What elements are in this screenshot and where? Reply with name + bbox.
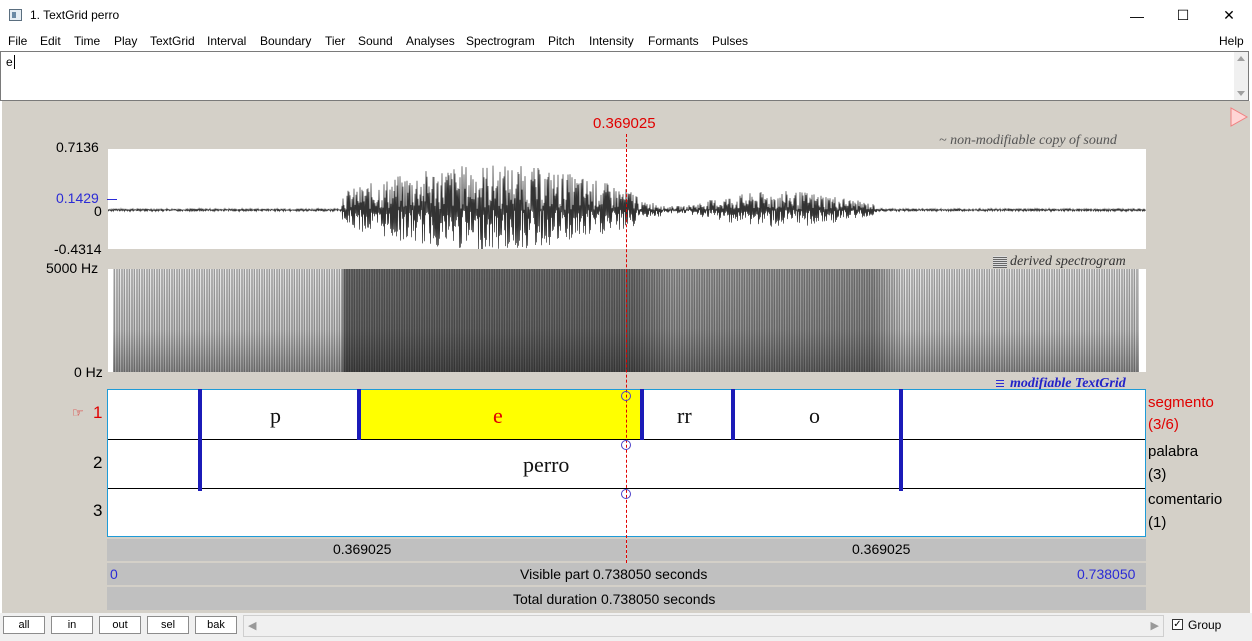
group-checkbox[interactable]: ✓ bbox=[1172, 619, 1183, 630]
tier-count: (3) bbox=[1148, 466, 1167, 483]
menu-time[interactable]: Time bbox=[74, 34, 100, 48]
boundary[interactable] bbox=[731, 389, 735, 440]
time-bar-left[interactable]: 0.369025 bbox=[107, 539, 626, 561]
zoom-sel-button[interactable]: sel bbox=[147, 616, 189, 634]
interval-rr[interactable]: rr bbox=[641, 390, 733, 439]
menu-edit[interactable]: Edit bbox=[40, 34, 61, 48]
visible-part-label: Visible part 0.738050 seconds bbox=[520, 566, 708, 582]
text-field-scrollbar[interactable] bbox=[1234, 52, 1248, 100]
spectrogram-y-min: 0 Hz bbox=[74, 364, 103, 380]
cursor-tier-markers bbox=[621, 391, 631, 499]
close-button[interactable]: ✕ bbox=[1206, 0, 1252, 31]
spectrogram-panel[interactable] bbox=[108, 269, 1146, 372]
maximize-button[interactable]: ☐ bbox=[1160, 0, 1206, 31]
menu-boundary[interactable]: Boundary bbox=[260, 34, 311, 48]
total-duration-label: Total duration 0.738050 seconds bbox=[513, 591, 716, 607]
text-caret bbox=[14, 55, 15, 69]
interval-text: p bbox=[270, 403, 281, 428]
boundary[interactable] bbox=[198, 440, 202, 491]
interval-p[interactable] bbox=[108, 390, 200, 439]
time-bar-right[interactable]: 0.369025 bbox=[627, 539, 1146, 561]
boundary[interactable] bbox=[640, 389, 644, 440]
tier-number[interactable]: 2 bbox=[93, 453, 102, 473]
interval-text: o bbox=[809, 403, 820, 428]
menu-sound[interactable]: Sound bbox=[358, 34, 393, 48]
title-bar: 1. TextGrid perro — ☐ ✕ bbox=[0, 0, 1252, 31]
spectrogram-icon bbox=[993, 256, 1007, 268]
waveform-y-cursor-tick bbox=[107, 199, 117, 200]
scroll-right-icon[interactable]: ▶ bbox=[1151, 619, 1159, 632]
menu-intensity[interactable]: Intensity bbox=[589, 34, 634, 48]
close-icon: ✕ bbox=[1223, 7, 1235, 23]
menu-analyses[interactable]: Analyses bbox=[406, 34, 455, 48]
total-duration-bar[interactable]: Total duration 0.738050 seconds bbox=[107, 587, 1146, 610]
spectrogram-caption: derived spectrogram bbox=[1010, 254, 1126, 269]
interval-text: perro bbox=[523, 452, 570, 477]
menu-textgrid[interactable]: TextGrid bbox=[150, 34, 195, 48]
visible-part-bar[interactable]: 0 Visible part 0.738050 seconds 0.738050 bbox=[107, 563, 1146, 585]
interval-text: e bbox=[493, 403, 503, 428]
menu-pulses[interactable]: Pulses bbox=[712, 34, 748, 48]
boundary[interactable] bbox=[357, 389, 361, 440]
tier-count: (1) bbox=[1148, 514, 1167, 531]
tier-cursor-marker bbox=[621, 489, 631, 499]
tier-cursor-marker bbox=[621, 440, 631, 450]
waveform-y-max: 0.7136 bbox=[56, 139, 99, 155]
scroll-left-icon[interactable]: ◀ bbox=[248, 619, 256, 632]
visible-end: 0.738050 bbox=[1077, 566, 1136, 582]
tier-name: segmento bbox=[1148, 394, 1214, 411]
waveform-y-zero: 0 bbox=[94, 203, 102, 219]
zoom-out-button[interactable]: out bbox=[99, 616, 141, 634]
waveform-y-min: -0.4314 bbox=[54, 241, 102, 257]
interval-text-field[interactable]: e bbox=[0, 51, 1249, 101]
zoom-all-button[interactable]: all bbox=[3, 616, 45, 634]
interval-text: rr bbox=[677, 403, 692, 428]
pointing-hand-icon: ☞ bbox=[72, 405, 84, 420]
tier-number[interactable]: 3 bbox=[93, 501, 102, 521]
window-title: 1. TextGrid perro bbox=[30, 8, 120, 22]
tier-number[interactable]: 1 bbox=[93, 403, 102, 423]
menu-help[interactable]: Help bbox=[1219, 34, 1244, 48]
horizontal-scrollbar[interactable]: ◀ ▶ bbox=[243, 615, 1164, 637]
menu-play[interactable]: Play bbox=[114, 34, 137, 48]
menu-spectrogram[interactable]: Spectrogram bbox=[466, 34, 535, 48]
visible-start: 0 bbox=[110, 566, 118, 582]
spectrogram-y-max: 5000 Hz bbox=[46, 260, 99, 276]
maximize-icon: ☐ bbox=[1176, 7, 1190, 23]
zoom-in-button[interactable]: in bbox=[51, 616, 93, 634]
waveform-panel[interactable] bbox=[108, 149, 1146, 249]
play-window-icon[interactable] bbox=[1229, 107, 1249, 127]
app-icon bbox=[9, 9, 22, 21]
time-bar-right-label: 0.369025 bbox=[852, 541, 911, 557]
waveform-y-cursor: 0.1429 bbox=[56, 190, 99, 206]
scroll-up-icon[interactable] bbox=[1237, 56, 1245, 61]
time-bar-left-label: 0.369025 bbox=[333, 541, 392, 557]
tier-count: (3/6) bbox=[1148, 416, 1179, 433]
scroll-down-icon[interactable] bbox=[1237, 91, 1245, 96]
group-label: Group bbox=[1188, 618, 1222, 632]
boundary[interactable] bbox=[198, 389, 202, 440]
interval-perro[interactable]: perro bbox=[200, 440, 901, 488]
interval-e-selected[interactable]: e bbox=[359, 390, 641, 439]
zoom-back-button[interactable]: bak bbox=[195, 616, 237, 634]
cursor-time-label: 0.369025 bbox=[593, 115, 656, 132]
menu-formants[interactable]: Formants bbox=[648, 34, 699, 48]
tier-name: palabra bbox=[1148, 443, 1199, 460]
interval-o[interactable]: o bbox=[733, 390, 901, 439]
menu-tier[interactable]: Tier bbox=[325, 34, 345, 48]
boundary[interactable] bbox=[899, 440, 903, 491]
menu-interval[interactable]: Interval bbox=[207, 34, 246, 48]
minimize-button[interactable]: — bbox=[1114, 0, 1160, 31]
minimize-icon: — bbox=[1130, 7, 1144, 24]
menu-pitch[interactable]: Pitch bbox=[548, 34, 575, 48]
boundary[interactable] bbox=[899, 389, 903, 440]
tier-name: comentario bbox=[1148, 491, 1223, 508]
waveform-trace bbox=[108, 165, 1146, 249]
interval-p-label[interactable]: p bbox=[200, 390, 359, 439]
menu-file[interactable]: File bbox=[8, 34, 27, 48]
interval-text-value: e bbox=[6, 55, 13, 69]
sound-caption: ~ non-modifiable copy of sound bbox=[939, 133, 1117, 148]
tier-cursor-marker bbox=[621, 391, 631, 401]
textgrid-icon bbox=[996, 379, 1006, 388]
